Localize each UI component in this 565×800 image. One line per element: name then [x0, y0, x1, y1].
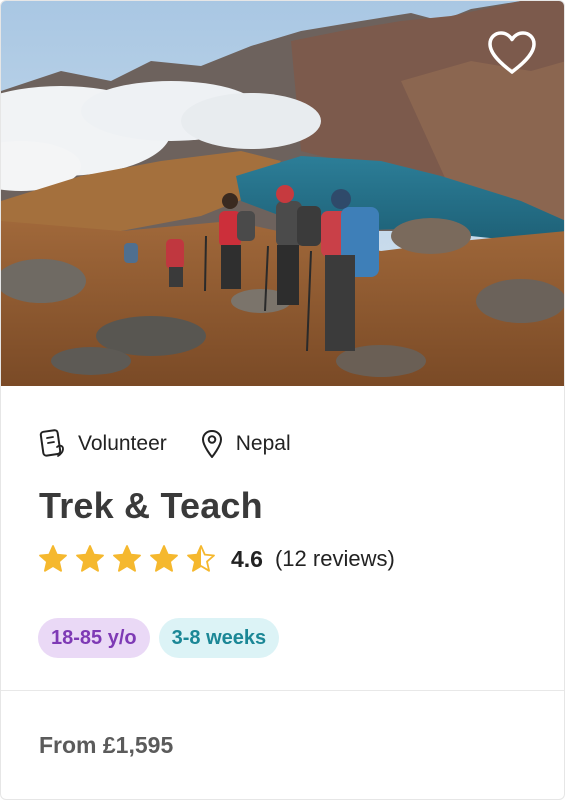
category: Volunteer: [39, 429, 167, 459]
trip-card[interactable]: Volunteer Nepal Trek & Teach 4.6 (12 rev…: [0, 0, 565, 800]
age-tag: 18-85 y/o: [38, 618, 150, 658]
price: From £1,595: [39, 732, 174, 758]
star-icon: [150, 545, 178, 572]
map-pin-icon: [201, 429, 223, 459]
heart-outline-icon: [486, 30, 538, 76]
divider: [1, 690, 564, 691]
review-count[interactable]: (12 reviews): [275, 546, 395, 572]
star-icon: [187, 545, 215, 572]
location: Nepal: [201, 429, 291, 459]
meta-row: Volunteer Nepal: [39, 429, 291, 459]
star-rating: [38, 544, 223, 574]
favorite-button[interactable]: [486, 29, 538, 77]
volunteer-card-icon: [39, 429, 65, 459]
trip-title[interactable]: Trek & Teach: [39, 485, 263, 527]
duration-tag: 3-8 weeks: [158, 618, 280, 658]
rating-value: 4.6: [231, 545, 263, 572]
star-icon: [113, 545, 141, 572]
category-label: Volunteer: [78, 432, 167, 455]
location-label: Nepal: [235, 432, 291, 455]
tags: 18-85 y/o 3-8 weeks: [38, 618, 280, 658]
star-icon: [76, 545, 104, 572]
rating: 4.6 (12 reviews): [38, 544, 395, 574]
trip-photo[interactable]: [1, 1, 564, 386]
star-icon: [39, 545, 67, 572]
